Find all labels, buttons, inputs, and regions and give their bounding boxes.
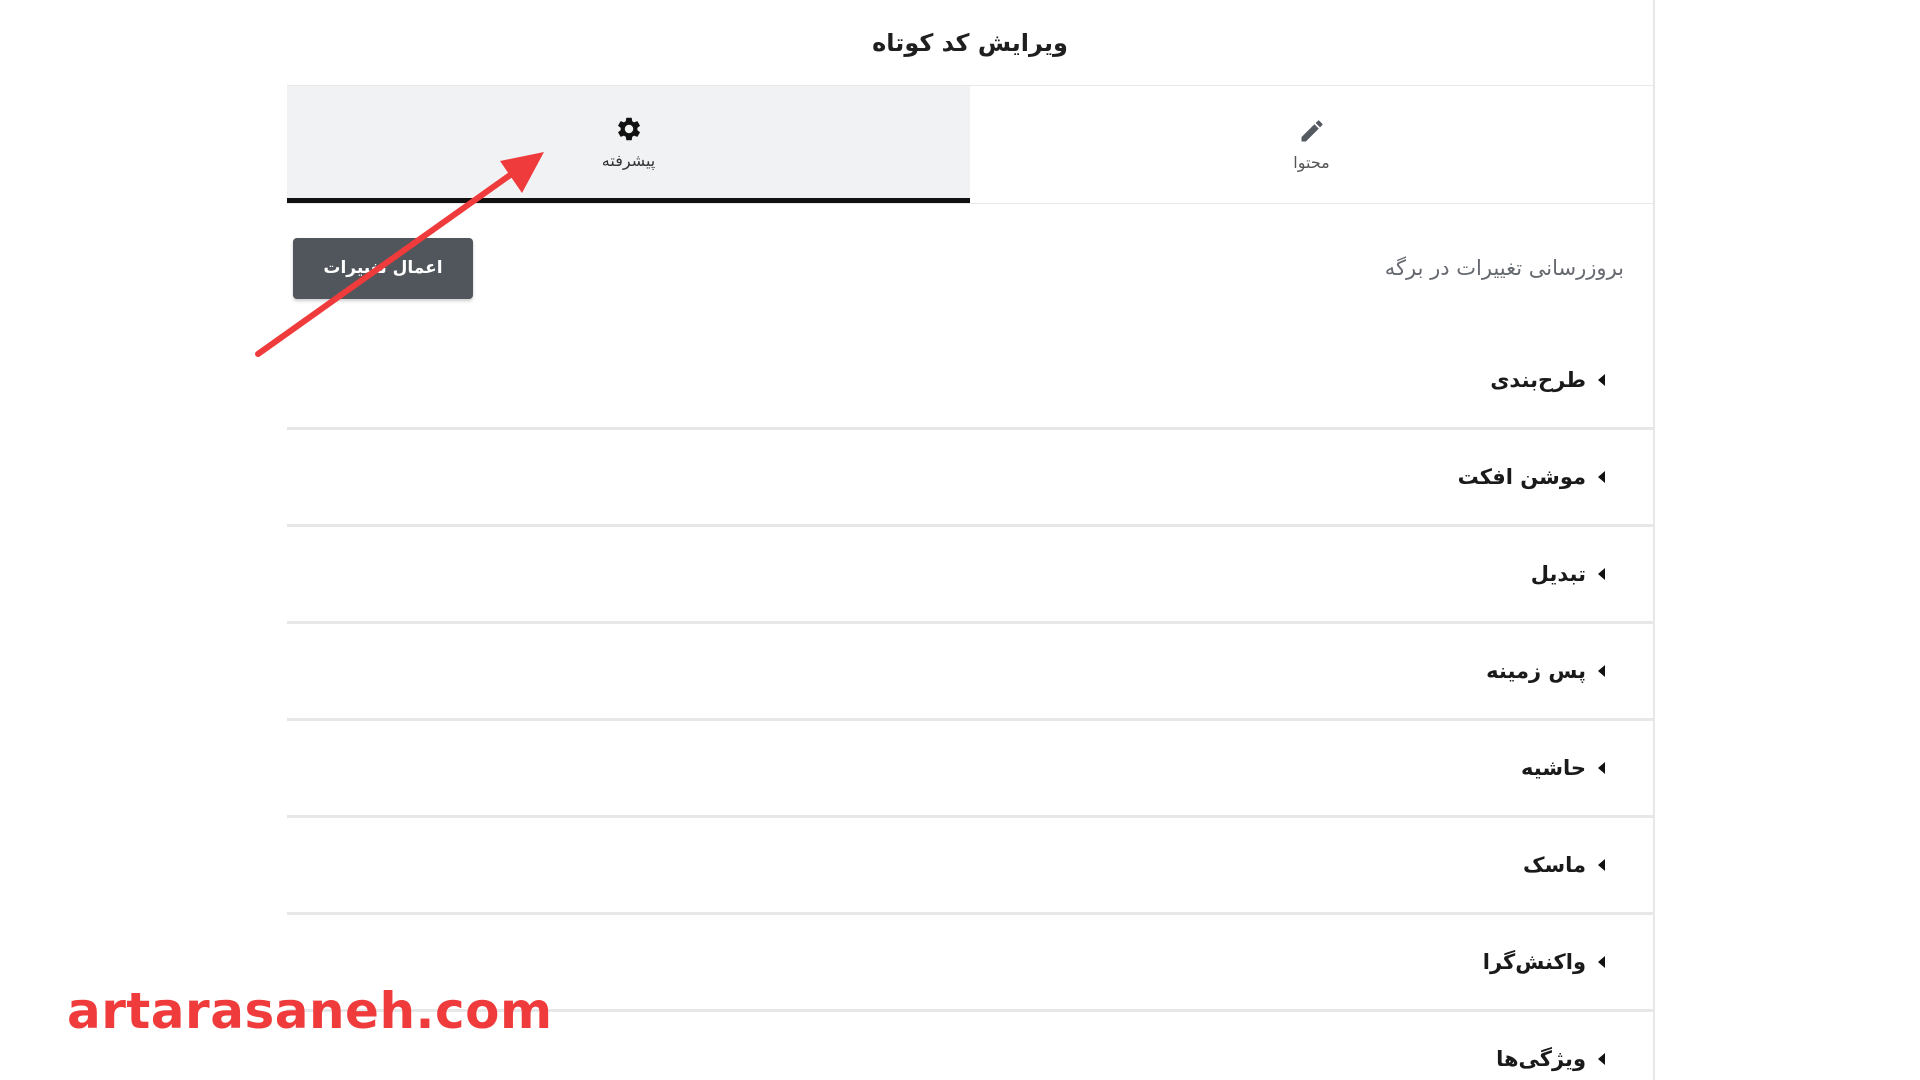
page: ویرایش کد کوتاه محتوا پیشرفته بروزرسانی …: [0, 0, 1920, 1080]
section-label: ماسک: [1522, 853, 1586, 877]
section-mask[interactable]: ماسک: [287, 818, 1653, 915]
section-label: تبدیل: [1530, 562, 1586, 586]
caret-left-icon: [1598, 471, 1605, 483]
tab-content-label: محتوا: [1293, 153, 1330, 172]
apply-changes-button[interactable]: اعمال تغییرات: [293, 237, 473, 299]
caret-left-icon: [1598, 956, 1605, 968]
sync-row: بروزرسانی تغییرات در برگه اعمال تغییرات: [287, 204, 1653, 332]
gear-icon: [617, 117, 640, 140]
sync-label: بروزرسانی تغییرات در برگه: [1384, 256, 1624, 280]
section-background[interactable]: پس زمینه: [287, 624, 1653, 721]
tab-content[interactable]: محتوا: [970, 86, 1653, 203]
tab-bar: محتوا پیشرفته: [287, 86, 1653, 204]
tab-advanced[interactable]: پیشرفته: [287, 86, 970, 203]
caret-left-icon: [1598, 762, 1605, 774]
watermark-text: artarasaneh.com: [67, 982, 553, 1040]
panel-title: ویرایش کد کوتاه: [287, 0, 1653, 86]
tab-advanced-label: پیشرفته: [601, 150, 656, 170]
caret-left-icon: [1598, 373, 1605, 386]
section-border[interactable]: حاشیه: [287, 721, 1653, 818]
section-label: موشن افکت: [1457, 465, 1586, 489]
section-label: واکنش‌گرا: [1482, 950, 1586, 974]
caret-left-icon: [1598, 568, 1605, 580]
caret-left-icon: [1598, 859, 1605, 871]
section-layout[interactable]: طرح‌بندی: [287, 332, 1653, 430]
caret-left-icon: [1598, 665, 1605, 677]
section-transform[interactable]: تبدیل: [287, 527, 1653, 624]
pencil-icon: [1301, 120, 1323, 142]
section-label: طرح‌بندی: [1490, 367, 1586, 392]
section-label: ویژگی‌ها: [1496, 1047, 1586, 1071]
section-label: حاشیه: [1521, 756, 1586, 780]
section-motion-effects[interactable]: موشن افکت: [287, 430, 1653, 527]
caret-left-icon: [1598, 1053, 1605, 1065]
shortcode-editor-panel: ویرایش کد کوتاه محتوا پیشرفته بروزرسانی …: [287, 0, 1655, 1080]
section-label: پس زمینه: [1486, 659, 1586, 683]
